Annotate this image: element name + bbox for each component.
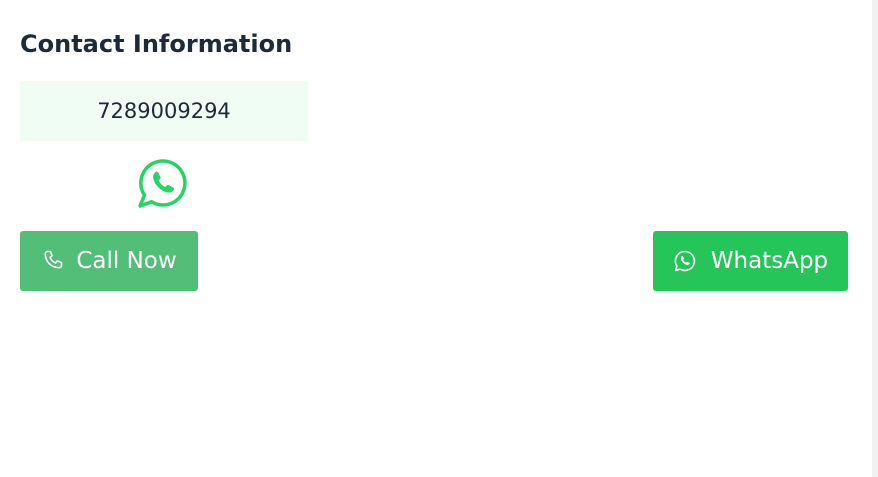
phone-number-box: 7289009294 (20, 81, 308, 141)
whatsapp-icon (673, 249, 697, 273)
call-now-button[interactable]: Call Now (20, 231, 198, 291)
whatsapp-logo-icon[interactable] (137, 157, 189, 209)
section-title: Contact Information (20, 30, 293, 58)
whatsapp-label: WhatsApp (710, 248, 829, 274)
phone-number: 7289009294 (97, 99, 231, 123)
scrollbar-track (872, 0, 878, 477)
phone-icon (41, 249, 65, 273)
whatsapp-button[interactable]: WhatsApp (653, 231, 848, 291)
call-now-label: Call Now (76, 248, 177, 274)
